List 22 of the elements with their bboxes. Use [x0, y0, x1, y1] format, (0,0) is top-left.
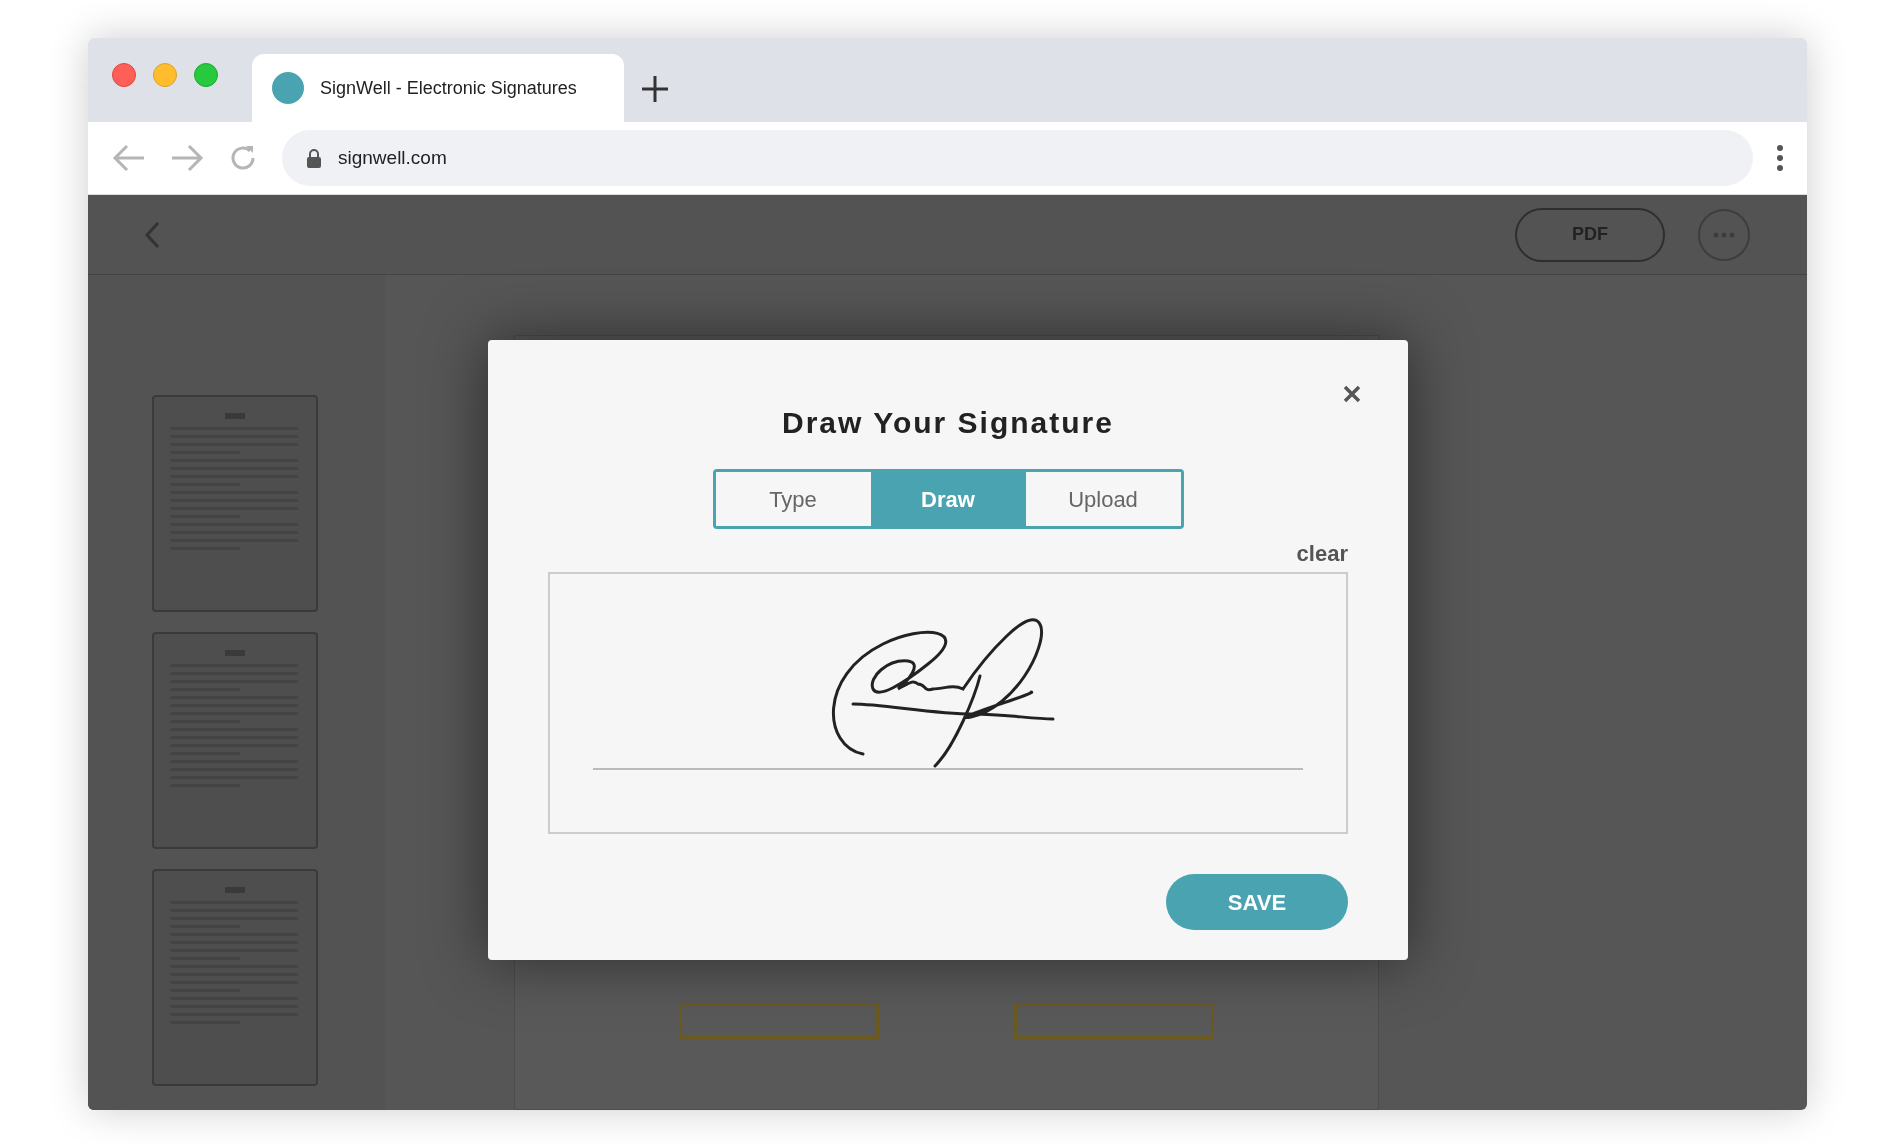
back-arrow-icon[interactable] — [112, 143, 146, 173]
new-tab-icon[interactable] — [640, 74, 670, 104]
tab-title: SignWell - Electronic Signatures — [320, 76, 577, 100]
save-button[interactable]: SAVE — [1166, 874, 1348, 930]
address-bar[interactable]: signwell.com — [282, 130, 1753, 186]
dialog-title: Draw Your Signature — [782, 405, 1114, 441]
signature-field[interactable] — [679, 1003, 879, 1039]
signature-field[interactable] — [1014, 1003, 1214, 1039]
clear-link[interactable]: clear — [1296, 537, 1348, 570]
mode-tab[interactable]: Draw — [870, 472, 1026, 526]
more-options-button-icon[interactable] — [1697, 207, 1751, 262]
forward-arrow-icon[interactable] — [170, 143, 204, 173]
browser-tab[interactable]: SignWell - Electronic Signatures — [252, 54, 624, 122]
signature-pad[interactable] — [548, 572, 1348, 834]
more-options-icon[interactable] — [1777, 145, 1783, 171]
back-chevron-icon[interactable] — [144, 220, 160, 249]
favicon-icon — [272, 72, 304, 104]
close-icon[interactable] — [1342, 384, 1362, 404]
page-thumbnail[interactable] — [152, 869, 318, 1086]
lock-icon — [306, 148, 322, 168]
page-thumbnail[interactable] — [152, 632, 318, 849]
page-thumbnail[interactable] — [152, 395, 318, 612]
